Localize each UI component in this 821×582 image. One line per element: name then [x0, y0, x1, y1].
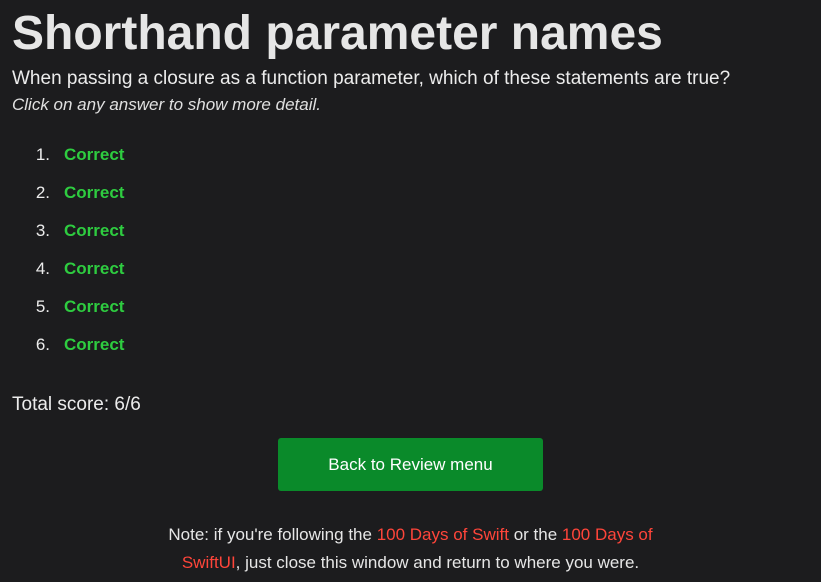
answer-number: 1. [35, 145, 50, 164]
back-to-review-menu-button[interactable]: Back to Review menu [278, 438, 543, 491]
answer-item-4[interactable]: 4. Correct [12, 250, 809, 288]
answer-item-6[interactable]: 6. Correct [12, 326, 809, 364]
question-text: When passing a closure as a function par… [12, 68, 731, 89]
answer-status[interactable]: Correct [64, 297, 124, 317]
answer-status[interactable]: Correct [64, 183, 124, 203]
answer-item-3[interactable]: 3. Correct [12, 212, 809, 250]
answer-number: 4. [35, 259, 50, 278]
note-middle: or the [508, 525, 562, 544]
answer-item-2[interactable]: 2. Correct [12, 174, 809, 212]
answer-number: 6. [35, 335, 50, 354]
answer-status[interactable]: Correct [64, 221, 124, 241]
note-suffix: , just close this window and return to w… [235, 553, 640, 572]
note-prefix: Note: if you're following the [168, 525, 377, 544]
review-page: Shorthand parameter names When passing a… [0, 0, 821, 582]
page-title: Shorthand parameter names [12, 7, 663, 60]
answer-item-1[interactable]: 1. Correct [12, 136, 809, 174]
hint-text: Click on any answer to show more detail. [12, 95, 321, 114]
answer-number: 3. [35, 221, 50, 240]
answer-status[interactable]: Correct [64, 259, 124, 279]
answer-list: 1. Correct 2. Correct 3. Correct 4. Corr… [12, 136, 809, 364]
total-score: Total score: 6/6 [12, 394, 141, 415]
answer-status[interactable]: Correct [64, 145, 124, 165]
link-100-days-of-swift[interactable]: 100 Days of Swift [377, 525, 509, 544]
answer-status[interactable]: Correct [64, 335, 124, 355]
answer-number: 5. [35, 297, 50, 316]
answer-number: 2. [35, 183, 50, 202]
answer-item-5[interactable]: 5. Correct [12, 288, 809, 326]
back-button-container: Back to Review menu [12, 438, 809, 491]
footer-note: Note: if you're following the 100 Days o… [151, 521, 671, 577]
